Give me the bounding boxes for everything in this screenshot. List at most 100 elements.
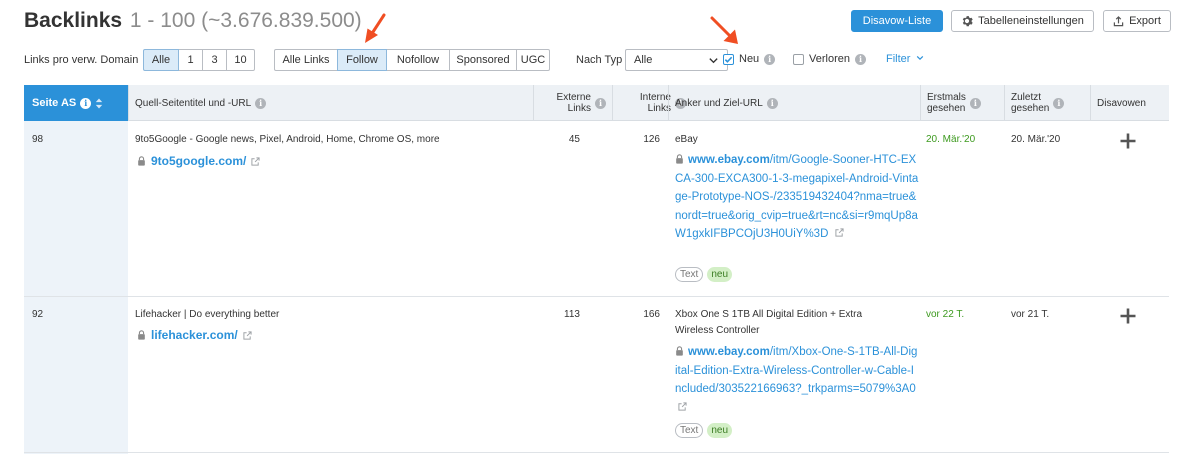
type-select-value: Alle xyxy=(634,54,653,66)
column-disavow: Disavowen xyxy=(1090,85,1169,121)
external-link-icon[interactable] xyxy=(678,402,687,411)
tag-new-badge: neu xyxy=(707,423,733,438)
target-path: /itm/Google-Sooner-HTC-EXCA-300-EXCA300-… xyxy=(675,154,919,241)
external-link-icon[interactable] xyxy=(251,156,260,166)
source-url-link[interactable]: lifehacker.com/ xyxy=(137,328,252,342)
column-anchor-label: Anker und Ziel-URL xyxy=(675,97,763,109)
title-text: Backlinks xyxy=(24,9,123,32)
external-links-value: 113 xyxy=(564,309,580,320)
column-internal-links-line1: Interne xyxy=(639,92,671,103)
by-type-label: Nach Typ xyxy=(576,54,623,66)
info-icon: i xyxy=(969,97,981,109)
tag-new-badge: neu xyxy=(707,267,733,282)
first-seen-value: 20. Mär.'20 xyxy=(926,134,976,145)
info-icon: i xyxy=(854,53,866,65)
links-per-domain-label: Links pro verw. Domain xyxy=(24,54,139,66)
external-link-icon[interactable] xyxy=(243,330,252,340)
info-icon: i xyxy=(255,97,267,109)
info-icon: i xyxy=(1053,97,1065,109)
link-type-option-all[interactable]: Alle Links xyxy=(274,49,338,71)
internal-links-value: 126 xyxy=(643,134,660,145)
link-tags: Text neu xyxy=(675,423,733,438)
disavow-list-label: Disavow-Liste xyxy=(862,15,932,27)
lost-label: Verloren xyxy=(809,53,850,65)
filter-bar: Links pro verw. Domain Alle 1 3 10 Alle … xyxy=(24,49,1200,71)
disavow-list-button[interactable]: Disavow-Liste xyxy=(851,10,943,32)
table-header: Seite AS i Quell-Seitentitel und -URL i … xyxy=(24,85,1169,121)
column-last-seen[interactable]: Zuletzt gesehen i xyxy=(1004,85,1090,121)
first-column-highlight xyxy=(24,121,128,454)
column-first-seen[interactable]: Erstmals gesehen i xyxy=(920,85,1004,121)
tag-text-badge: Text xyxy=(675,423,704,438)
per-domain-option-1[interactable]: 1 xyxy=(178,49,203,71)
anchor-text-line1: Xbox One S 1TB All Digital Edition + Ext… xyxy=(675,309,863,320)
new-checkbox[interactable]: Neu i xyxy=(723,53,776,65)
external-links-value: 45 xyxy=(568,134,580,145)
new-label: Neu xyxy=(739,53,760,65)
column-first-seen-line1: Erstmals xyxy=(927,92,966,103)
anchor-text: eBay xyxy=(675,134,698,145)
external-link-icon[interactable] xyxy=(834,228,844,237)
export-icon xyxy=(1113,15,1124,26)
row-separator xyxy=(24,296,1169,297)
column-source-label: Quell-Seitentitel und -URL xyxy=(135,97,252,109)
per-domain-option-3[interactable]: 3 xyxy=(202,49,227,71)
disavow-plus-icon[interactable] xyxy=(1119,307,1137,325)
result-range: 1 - 100 (~3.676.839.500) xyxy=(129,9,362,32)
lock-icon xyxy=(138,156,145,166)
info-icon: i xyxy=(80,97,92,109)
per-domain-option-10[interactable]: 10 xyxy=(226,49,255,71)
column-internal-links-label: Interne Links xyxy=(640,92,671,114)
table-settings-button[interactable]: Tabelleneinstellungen xyxy=(951,10,1094,32)
source-domain: 9to5google.com/ xyxy=(151,154,247,168)
type-select[interactable]: Alle xyxy=(625,49,728,71)
chevron-down-icon xyxy=(916,55,923,61)
column-external-links-line1: Externe xyxy=(556,92,591,103)
target-url-link[interactable]: www.ebay.com/itm/Xbox-One-S-1TB-All-Digi… xyxy=(675,343,919,417)
target-url-link[interactable]: www.ebay.com/itm/Google-Sooner-HTC-EXCA-… xyxy=(675,151,919,244)
column-external-links[interactable]: Externe Links i xyxy=(533,85,612,121)
link-type-segment: Alle Links Follow Nofollow Sponsored UGC xyxy=(274,49,550,71)
export-label: Export xyxy=(1129,15,1161,27)
lock-icon xyxy=(676,154,683,164)
column-first-seen-line2: gesehen xyxy=(927,103,966,114)
target-domain: www.ebay.com xyxy=(688,346,770,358)
column-external-links-line2: Links xyxy=(567,103,591,114)
last-seen-value: 20. Mär.'20 xyxy=(1011,134,1061,145)
new-checkbox-box[interactable] xyxy=(723,53,734,65)
lost-checkbox-box[interactable] xyxy=(793,53,804,65)
link-type-option-follow[interactable]: Follow xyxy=(337,49,387,71)
lock-icon xyxy=(676,346,683,356)
filter-label: Filter xyxy=(886,53,911,65)
source-title: 9to5Google - Google news, Pixel, Android… xyxy=(135,134,440,145)
source-title: Lifehacker | Do everything better xyxy=(135,309,280,320)
column-source[interactable]: Quell-Seitentitel und -URL i xyxy=(128,85,533,121)
gear-icon xyxy=(962,16,973,27)
link-type-option-nofollow[interactable]: Nofollow xyxy=(386,49,450,71)
column-last-seen-line2: gesehen xyxy=(1011,103,1050,114)
column-anchor[interactable]: Anker und Ziel-URL i xyxy=(668,85,920,121)
link-type-option-ugc[interactable]: UGC xyxy=(516,49,550,71)
link-type-option-sponsored[interactable]: Sponsored xyxy=(449,49,517,71)
info-icon: i xyxy=(595,97,606,109)
sort-icon[interactable] xyxy=(95,97,103,109)
column-page-as[interactable]: Seite AS i xyxy=(24,85,128,121)
source-url-link[interactable]: 9to5google.com/ xyxy=(137,154,260,168)
lost-checkbox[interactable]: Verloren i xyxy=(793,53,866,65)
export-button[interactable]: Export xyxy=(1103,10,1171,32)
anchor-text-line2: Wireless Controller xyxy=(675,325,760,336)
per-domain-option-all[interactable]: Alle xyxy=(143,49,179,71)
first-seen-value: vor 22 T. xyxy=(926,309,965,320)
arrow-annotation-new xyxy=(710,16,738,44)
checkmark-icon xyxy=(724,56,733,63)
disavow-plus-icon[interactable] xyxy=(1119,132,1137,150)
page-as-value: 98 xyxy=(32,134,44,145)
column-first-seen-label: Erstmals gesehen xyxy=(927,92,966,114)
internal-links-value: 166 xyxy=(643,309,660,320)
filter-dropdown[interactable]: Filter xyxy=(886,53,924,65)
last-seen-value: vor 21 T. xyxy=(1011,309,1050,320)
target-domain: www.ebay.com xyxy=(688,154,770,166)
column-external-links-label: Externe Links xyxy=(557,92,591,114)
table-settings-label: Tabelleneinstellungen xyxy=(978,15,1084,27)
column-page-as-label: Seite AS xyxy=(32,96,77,109)
